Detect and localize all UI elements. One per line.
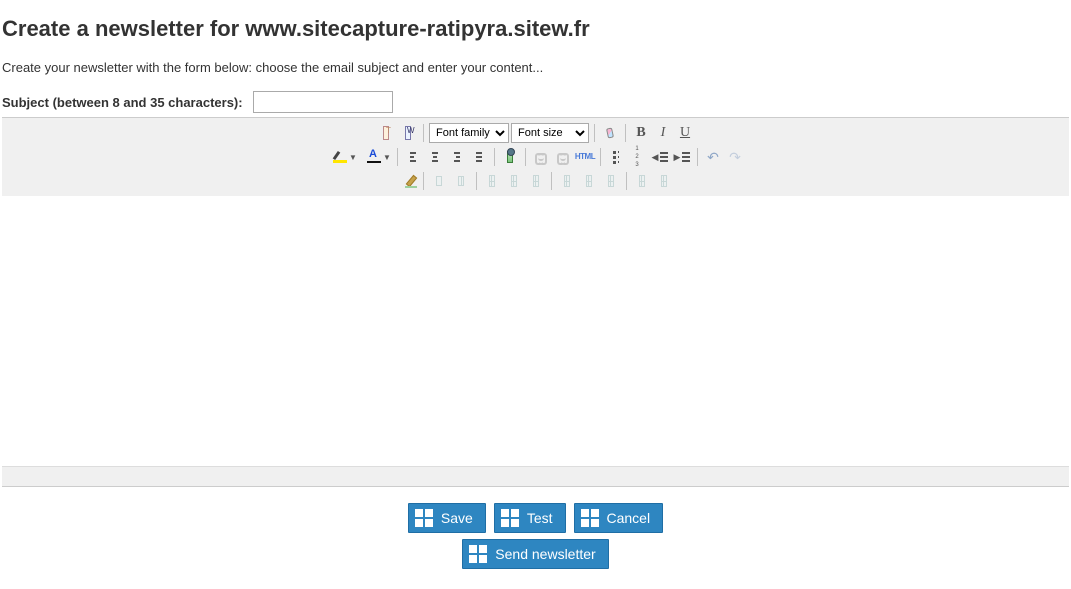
ordered-list-button[interactable]: 123 [628,147,648,167]
save-button[interactable]: Save [408,503,486,533]
html-button[interactable]: HTML [575,147,595,167]
indent-button[interactable]: ▶ [672,147,692,167]
separator [423,172,424,190]
separator [625,124,626,142]
unordered-list-button[interactable] [606,147,626,167]
separator [397,148,398,166]
text-color-button[interactable] [360,147,380,167]
text-color-dropdown[interactable]: ▼ [382,147,392,167]
highlight-color-button[interactable] [326,147,346,167]
table-insert-col-before-button[interactable] [557,171,577,191]
table-insert-col-after-button[interactable] [579,171,599,191]
subject-label: Subject (between 8 and 35 characters): [2,95,243,110]
table-insert-row-after-button[interactable] [504,171,524,191]
grid-icon [415,509,433,527]
insert-image-button[interactable] [500,147,520,167]
test-button[interactable]: Test [494,503,566,533]
editor-toolbar: Font family Font size B I U ▼ ▼ [2,118,1069,196]
separator [494,148,495,166]
highlight-color-dropdown[interactable]: ▼ [348,147,358,167]
link-button[interactable] [531,147,551,167]
table-split-cells-button[interactable] [654,171,674,191]
rich-text-editor: Font family Font size B I U ▼ ▼ [2,117,1069,487]
table-insert-row-before-button[interactable] [482,171,502,191]
paste-text-icon[interactable] [376,123,396,143]
table-delete-col-button[interactable] [601,171,621,191]
subject-input[interactable] [253,91,393,113]
cancel-button[interactable]: Cancel [574,503,664,533]
underline-button[interactable]: U [675,123,695,143]
align-left-button[interactable] [403,147,423,167]
page-intro: Create your newsletter with the form bel… [2,60,1069,75]
send-newsletter-button-label: Send newsletter [495,546,595,562]
separator [423,124,424,142]
separator [594,124,595,142]
align-right-button[interactable] [447,147,467,167]
font-family-select[interactable]: Font family [429,123,509,143]
cancel-button-label: Cancel [607,510,651,526]
bold-button[interactable]: B [631,123,651,143]
undo-button[interactable]: ↶ [703,147,723,167]
remove-formatting-icon[interactable] [600,123,620,143]
separator [476,172,477,190]
separator [600,148,601,166]
toolbar-row-1: Font family Font size B I U [376,121,695,145]
table-delete-row-button[interactable] [526,171,546,191]
grid-icon [501,509,519,527]
grid-icon [469,545,487,563]
align-center-button[interactable] [425,147,445,167]
separator [551,172,552,190]
outdent-button[interactable]: ◀ [650,147,670,167]
redo-button[interactable]: ↷ [725,147,745,167]
separator [697,148,698,166]
toolbar-row-3 [398,169,674,193]
unlink-button[interactable] [553,147,573,167]
edit-area-button[interactable] [398,171,418,191]
insert-split-button[interactable] [451,171,471,191]
separator [525,148,526,166]
table-merge-cells-button[interactable] [632,171,652,191]
test-button-label: Test [527,510,553,526]
page-title: Create a newsletter for www.sitecapture-… [2,16,1069,42]
italic-button[interactable]: I [653,123,673,143]
save-button-label: Save [441,510,473,526]
insert-box-button[interactable] [429,171,449,191]
editor-content-area[interactable] [2,196,1069,466]
send-newsletter-button[interactable]: Send newsletter [462,539,608,569]
font-size-select[interactable]: Font size [511,123,589,143]
paste-word-icon[interactable] [398,123,418,143]
align-justify-button[interactable] [469,147,489,167]
editor-statusbar [2,466,1069,486]
toolbar-row-2: ▼ ▼ HTML 123 ◀ ▶ ↶ [326,145,745,169]
grid-icon [581,509,599,527]
separator [626,172,627,190]
